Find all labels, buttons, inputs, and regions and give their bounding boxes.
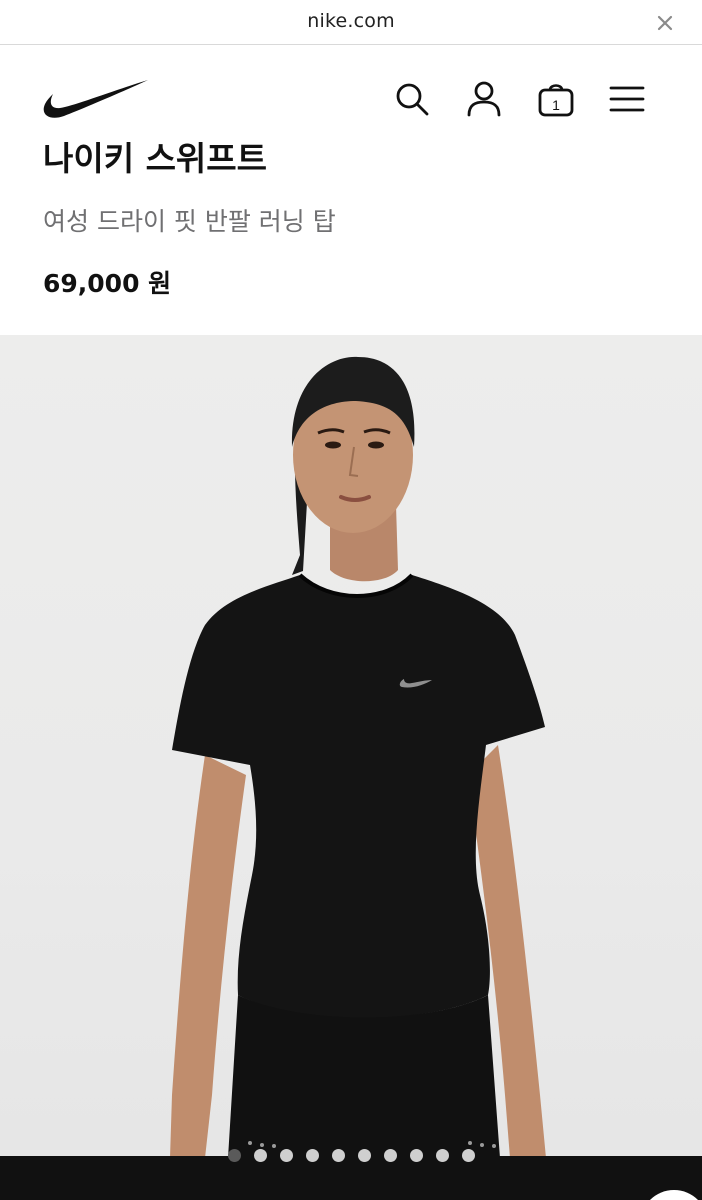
hamburger-menu-icon[interactable] <box>608 80 646 118</box>
product-photo[interactable] <box>0 335 702 1158</box>
gallery-dot[interactable] <box>306 1149 319 1162</box>
gallery-dot[interactable] <box>280 1149 293 1162</box>
bag-icon[interactable]: 1 <box>537 80 575 118</box>
product-subtitle: 여성 드라이 핏 반팔 러닝 탑 <box>43 207 336 236</box>
floating-action-button[interactable] <box>640 1190 702 1200</box>
gallery-dot[interactable] <box>332 1149 345 1162</box>
close-icon[interactable] <box>654 12 676 34</box>
gallery-dot[interactable] <box>228 1149 241 1162</box>
cart-count: 1 <box>552 97 560 113</box>
gallery-dot[interactable] <box>436 1149 449 1162</box>
bottom-bar <box>0 1149 702 1200</box>
gallery-dot[interactable] <box>410 1149 423 1162</box>
gallery-dot[interactable] <box>358 1149 371 1162</box>
gallery-dot[interactable] <box>384 1149 397 1162</box>
user-icon[interactable] <box>465 80 503 118</box>
gallery-dot[interactable] <box>462 1149 475 1162</box>
product-price: 69,000 원 <box>43 269 172 298</box>
product-name: 나이키 스위프트 <box>43 140 268 176</box>
site-header: 1 <box>0 46 702 146</box>
gallery-dot[interactable] <box>254 1149 267 1162</box>
model-illustration <box>170 356 546 1158</box>
product-name-clip: 나이키 스위프트 <box>0 140 702 176</box>
browser-url-bar: nike.com <box>0 0 702 45</box>
gallery-pagination[interactable] <box>228 1149 475 1162</box>
search-icon[interactable] <box>393 80 431 118</box>
url-domain[interactable]: nike.com <box>0 10 702 32</box>
nike-swoosh-logo[interactable] <box>42 79 150 119</box>
product-info: 나이키 스위프트 여성 드라이 핏 반팔 러닝 탑 69,000 원 <box>0 140 702 335</box>
